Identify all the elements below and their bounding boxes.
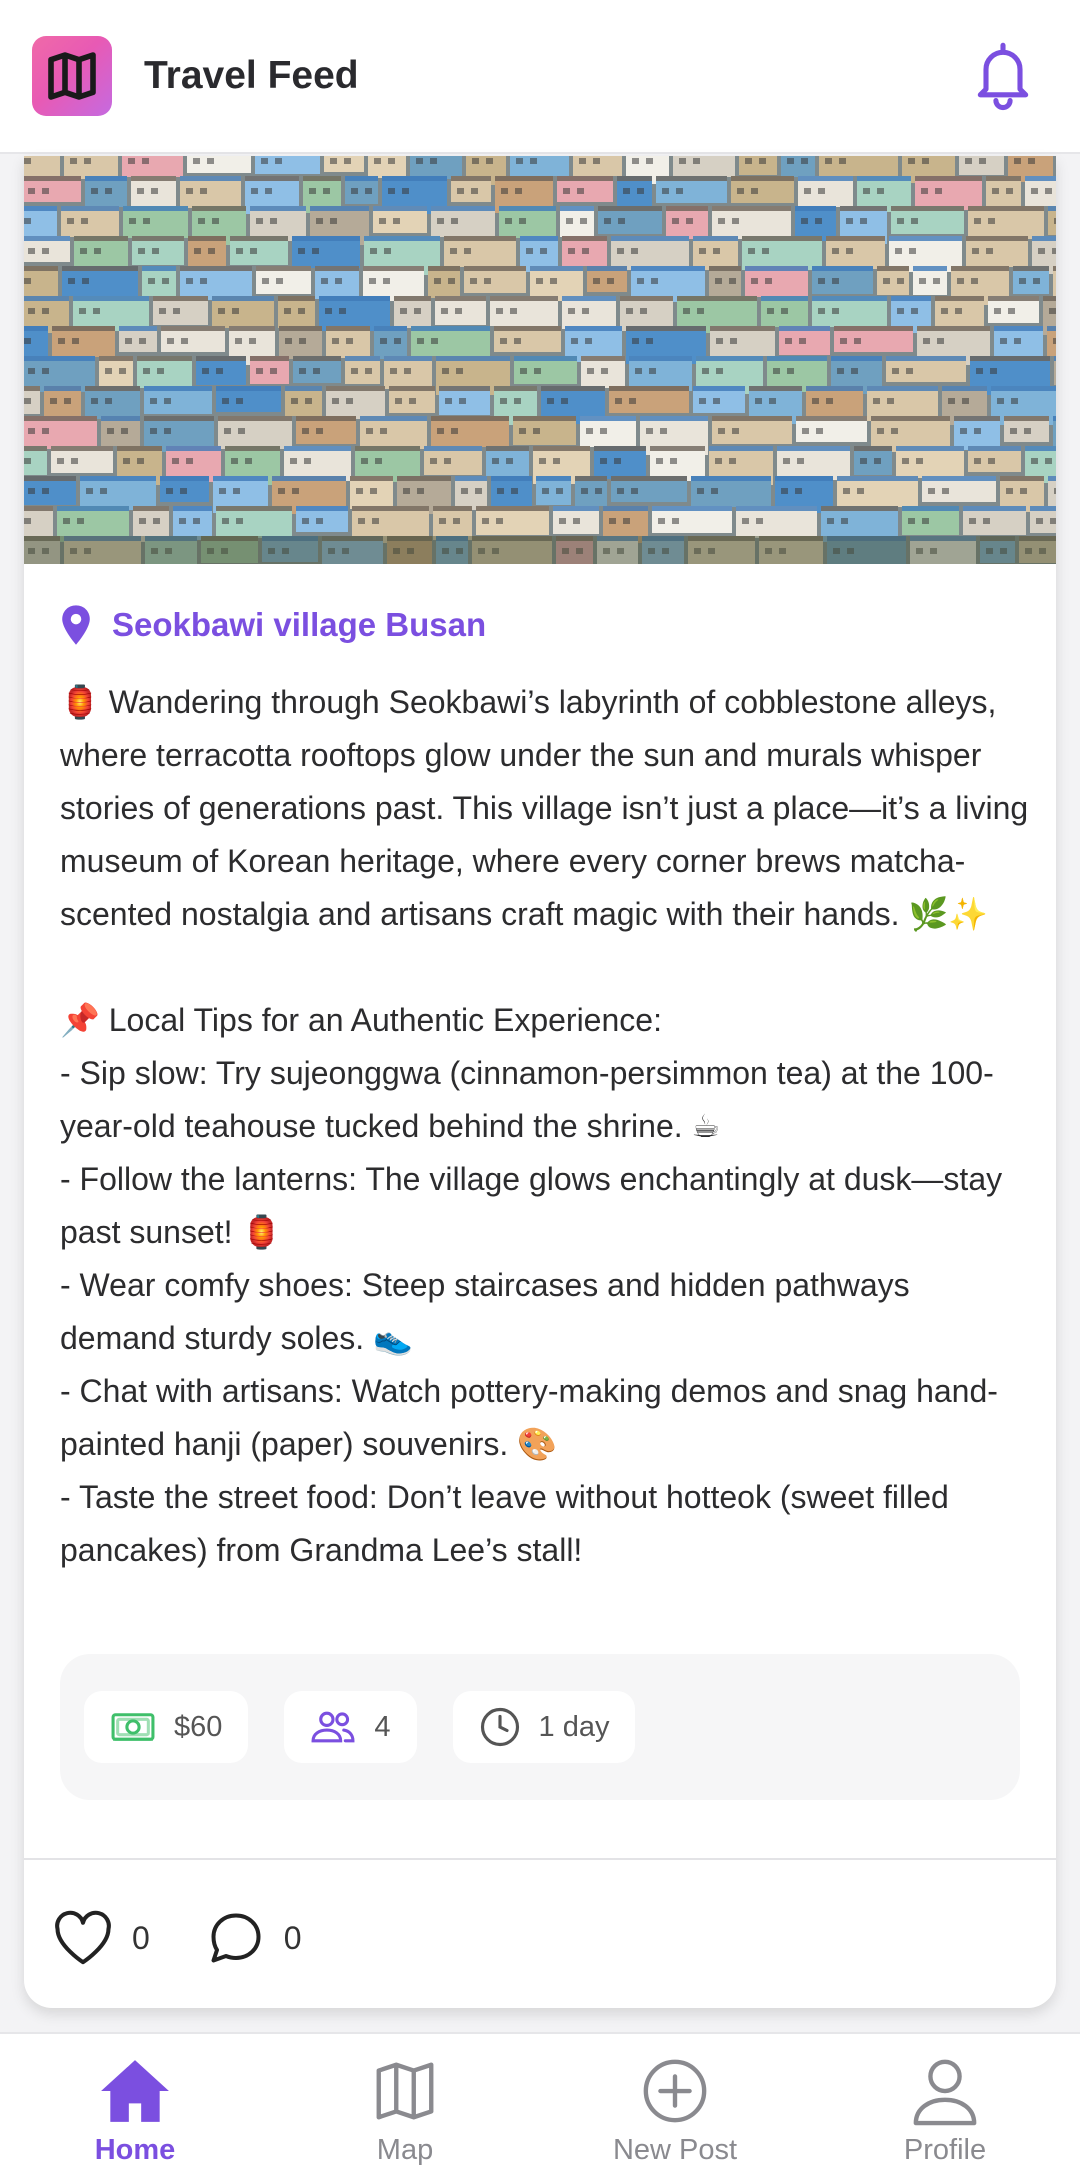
nav-label-map: Map (376, 2134, 434, 2166)
map-icon (376, 2062, 434, 2120)
like-button[interactable]: 0 (52, 1910, 150, 1966)
bell-icon (977, 42, 1029, 111)
trip-info: $60 4 1 day (60, 1654, 1020, 1800)
home-icon (101, 2060, 169, 2122)
location-label: Seokbawi village Busan (112, 606, 487, 643)
divider (24, 1858, 1056, 1860)
map-icon (48, 52, 96, 100)
clock-icon (480, 1707, 519, 1747)
users-icon (311, 1711, 355, 1743)
nav-label-home: Home (94, 2134, 176, 2166)
nav-home[interactable]: Home (0, 2034, 270, 2176)
village-photo (24, 156, 1056, 564)
bottom-nav: Home Map New Post Profile (0, 2032, 1080, 2176)
cost-value: $60 (174, 1710, 223, 1743)
cost-chip: $60 (84, 1691, 249, 1763)
post-location[interactable]: Seokbawi village Busan (60, 604, 486, 646)
post-actions: 0 0 (52, 1908, 358, 1968)
nav-new-post[interactable]: New Post (540, 2034, 810, 2176)
nav-label-profile: Profile (903, 2134, 987, 2166)
post-image[interactable] (24, 156, 1056, 564)
money-icon (111, 1713, 155, 1741)
app-logo[interactable] (32, 36, 112, 116)
nav-map[interactable]: Map (270, 2034, 540, 2176)
location-pin-icon (62, 605, 90, 645)
post-card: Seokbawi village Busan 🏮 Wandering throu… (24, 156, 1056, 2008)
plus-circle-icon (643, 2059, 707, 2123)
app-title: Travel Feed (144, 54, 359, 97)
heart-icon (55, 1910, 111, 1965)
post-body: 🏮 Wandering through Seokbawi’s labyrinth… (60, 684, 1029, 1568)
comment-count: 0 (283, 1919, 302, 1956)
nav-label-new-post: New Post (612, 2134, 738, 2166)
duration-chip: 1 day (452, 1691, 636, 1763)
comment-button[interactable]: 0 (206, 1908, 302, 1968)
people-chip: 4 (284, 1691, 417, 1763)
comment-icon (211, 1913, 261, 1963)
people-value: 4 (374, 1710, 391, 1743)
nav-profile[interactable]: Profile (810, 2034, 1080, 2176)
user-icon (913, 2059, 977, 2126)
duration-value: 1 day (538, 1710, 610, 1743)
app-header: Travel Feed (0, 0, 1080, 154)
like-count: 0 (132, 1919, 150, 1956)
notifications-button[interactable] (968, 36, 1038, 114)
